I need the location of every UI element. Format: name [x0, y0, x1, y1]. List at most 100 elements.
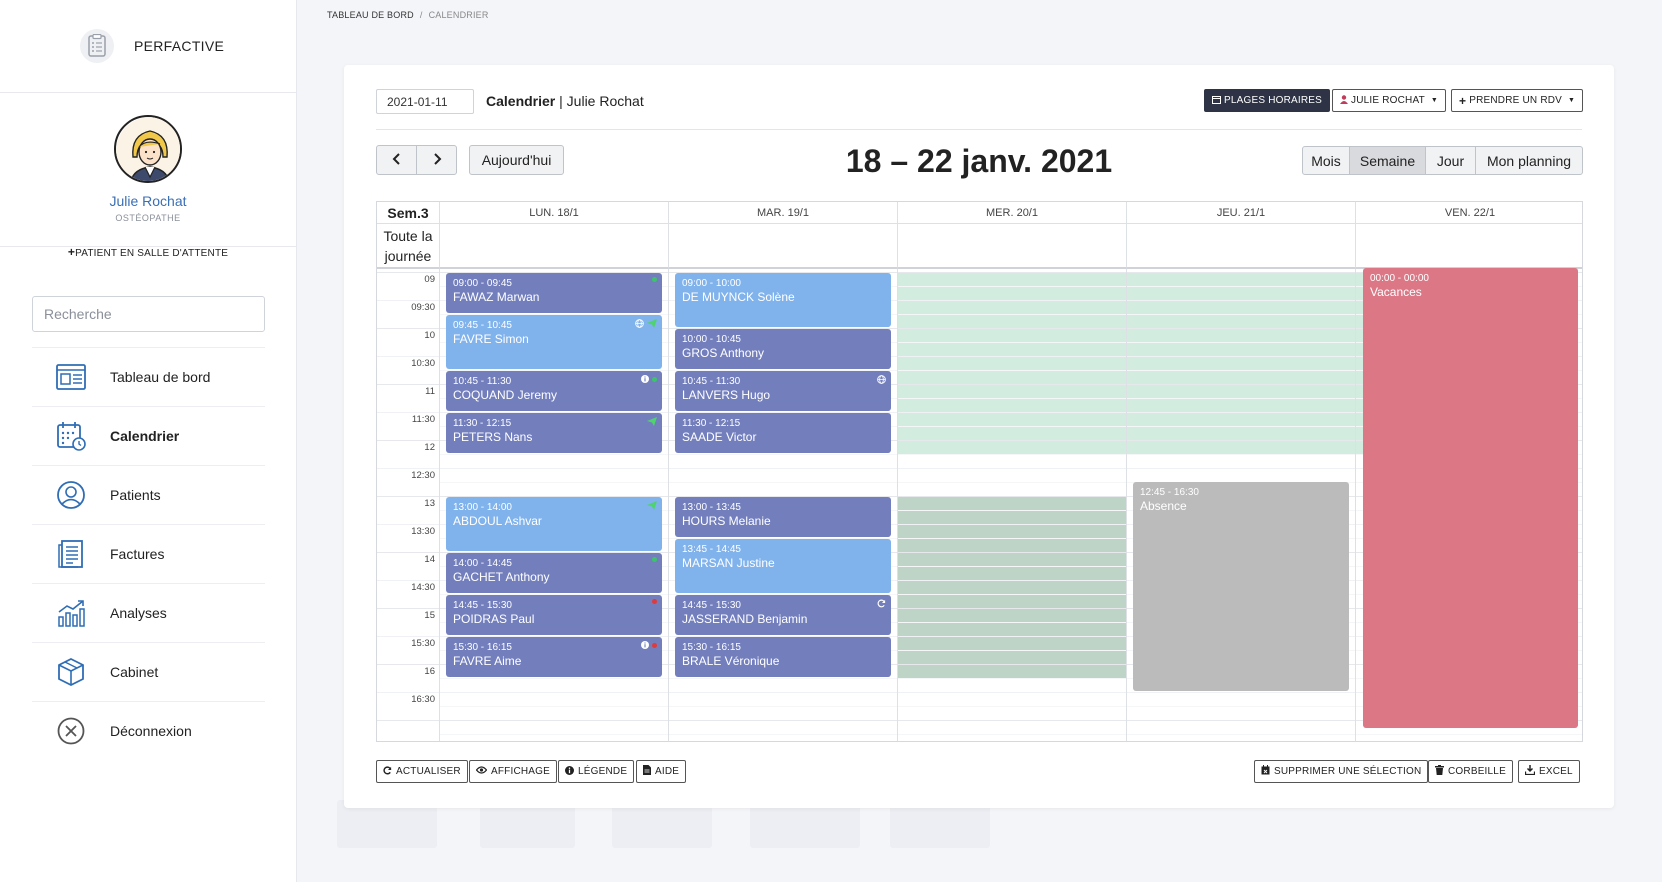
all-day-cell[interactable]	[439, 224, 668, 269]
appointment-event[interactable]: 09:45 - 10:45 FAVRE Simon	[446, 315, 662, 369]
event-status-icons	[641, 375, 657, 383]
appointment-event[interactable]: 15:30 - 16:15 BRALE Véronique	[675, 637, 891, 677]
appointment-event[interactable]: 13:45 - 14:45 MARSAN Justine	[675, 539, 891, 593]
info-icon	[641, 375, 649, 383]
appointment-event[interactable]: 10:00 - 10:45 GROS Anthony	[675, 329, 891, 369]
appointment-event[interactable]: 14:45 - 15:30 POIDRAS Paul	[446, 595, 662, 635]
plus-icon: +	[1459, 93, 1467, 108]
appointment-event[interactable]: 09:00 - 09:45 FAWAZ Marwan	[446, 273, 662, 313]
sidebar-item-dashboard[interactable]: Tableau de bord	[32, 347, 265, 406]
vacation-event[interactable]: 00:00 - 00:00 Vacances	[1363, 268, 1578, 728]
all-day-cell[interactable]	[1126, 224, 1355, 269]
legend-label: LÉGENDE	[578, 766, 628, 777]
day-header[interactable]: LUN. 18/1	[439, 202, 668, 224]
view-week-button[interactable]: Semaine	[1349, 146, 1426, 175]
help-button[interactable]: AIDE	[636, 760, 687, 783]
appointment-event[interactable]: 15:30 - 16:15 FAVRE Aime	[446, 637, 662, 677]
sidebar-item-patients[interactable]: Patients	[32, 465, 265, 524]
event-patient-name: DE MUYNCK Solène	[682, 290, 795, 304]
appointment-event[interactable]: 13:00 - 14:00 ABDOUL Ashvar	[446, 497, 662, 551]
time-label: 15	[424, 610, 435, 621]
event-time: 00:00 - 00:00	[1370, 273, 1429, 284]
event-status-icons	[647, 417, 657, 426]
sidebar-item-invoices[interactable]: Factures	[32, 524, 265, 583]
calendar-grid: Sem.3 Toute la journée LUN. 18/1 MAR. 19…	[376, 201, 1583, 742]
delete-selection-label: SUPPRIMER UNE SÉLECTION	[1274, 766, 1422, 777]
next-button[interactable]	[416, 145, 457, 175]
calendar-delete-icon	[1261, 765, 1270, 778]
sidebar-item-calendar[interactable]: Calendrier	[32, 406, 265, 465]
event-time: 14:45 - 15:30	[682, 600, 741, 611]
appointment-event[interactable]: 09:00 - 10:00 DE MUYNCK Solène	[675, 273, 891, 327]
event-time: 13:00 - 13:45	[682, 502, 741, 513]
day-header[interactable]: VEN. 22/1	[1355, 202, 1582, 224]
appointment-event[interactable]: 11:30 - 12:15 SAADE Victor	[675, 413, 891, 453]
sidebar-item-analytics[interactable]: Analyses	[32, 583, 265, 642]
prev-button[interactable]	[376, 145, 417, 175]
avatar[interactable]	[114, 115, 182, 183]
all-day-cell[interactable]	[1355, 224, 1582, 269]
event-status-icons	[652, 599, 657, 604]
event-patient-name: HOURS Melanie	[682, 514, 771, 528]
day-header[interactable]: MAR. 19/1	[668, 202, 897, 224]
refresh-button[interactable]: ACTUALISER	[376, 760, 468, 783]
sidebar-item-label: Analyses	[110, 605, 167, 621]
view-my-planning-button[interactable]: Mon planning	[1475, 146, 1583, 175]
week-number: Sem.3	[377, 202, 439, 224]
time-slots-button[interactable]: PLAGES HORAIRES	[1204, 89, 1331, 112]
time-label: 13:30	[411, 526, 435, 537]
waiting-room-label: PATIENT EN SALLE D'ATTENTE	[75, 248, 229, 259]
legend-button[interactable]: LÉGENDE	[558, 760, 635, 783]
user-small-icon	[1340, 94, 1348, 107]
calendar-card: Calendrier | Julie Rochat PLAGES HORAIRE…	[344, 65, 1614, 808]
time-label: 11:30	[411, 414, 435, 425]
brand[interactable]: PERFACTIVE	[0, 0, 296, 93]
status-alert-dot-icon	[652, 599, 657, 604]
day-header[interactable]: MER. 20/1	[897, 202, 1126, 224]
refresh-label: ACTUALISER	[396, 766, 461, 777]
status-alert-dot-icon	[652, 642, 657, 648]
waiting-room-button[interactable]: +PATIENT EN SALLE D'ATTENTE	[0, 245, 296, 259]
event-patient-name: COQUAND Jeremy	[453, 388, 558, 402]
appointment-event[interactable]: 11:30 - 12:15 PETERS Nans	[446, 413, 662, 453]
refresh-icon	[877, 599, 886, 608]
sidebar-item-cabinet[interactable]: Cabinet	[32, 642, 265, 701]
event-patient-name: JASSERAND Benjamin	[682, 612, 808, 626]
column-divider	[1355, 269, 1356, 741]
event-patient-name: BRALE Véronique	[682, 654, 780, 668]
appointment-event[interactable]: 10:45 - 11:30 COQUAND Jeremy	[446, 371, 662, 411]
event-patient-name: GROS Anthony	[682, 346, 765, 360]
appointment-event[interactable]: 14:45 - 15:30 JASSERAND Benjamin	[675, 595, 891, 635]
time-label: 09	[424, 274, 435, 285]
event-time: 11:30 - 12:15	[682, 418, 741, 429]
info-icon	[565, 765, 574, 778]
view-month-button[interactable]: Mois	[1302, 146, 1350, 175]
calendar-small-icon	[1212, 95, 1221, 107]
today-button[interactable]: Aujourd'hui	[469, 145, 564, 175]
all-day-cell[interactable]	[668, 224, 897, 269]
new-appointment-dropdown[interactable]: + PRENDRE UN RDV ▼	[1451, 89, 1584, 112]
appointment-event[interactable]: 13:00 - 13:45 HOURS Melanie	[675, 497, 891, 537]
info-icon	[641, 641, 649, 649]
appointment-event[interactable]: 14:00 - 14:45 GACHET Anthony	[446, 553, 662, 593]
globe-icon	[877, 375, 886, 384]
status-ok-dot-icon	[652, 557, 657, 562]
appointment-event[interactable]: 10:45 - 11:30 LANVERS Hugo	[675, 371, 891, 411]
delete-selection-button[interactable]: SUPPRIMER UNE SÉLECTION	[1254, 760, 1429, 783]
trash-button[interactable]: CORBEILLE	[1428, 760, 1513, 783]
event-status-icons	[652, 277, 657, 282]
breadcrumb-home[interactable]: TABLEAU DE BORD	[327, 10, 414, 20]
all-day-cell[interactable]	[897, 224, 1126, 269]
absence-event[interactable]: 12:45 - 16:30 Absence	[1133, 482, 1349, 691]
event-time: 10:45 - 11:30	[453, 376, 512, 387]
sidebar-item-logout[interactable]: Déconnexion	[32, 701, 265, 760]
search-input[interactable]	[32, 296, 265, 332]
date-field[interactable]	[376, 89, 474, 114]
excel-export-button[interactable]: EXCEL	[1518, 760, 1580, 783]
practitioner-dropdown[interactable]: JULIE ROCHAT ▼	[1332, 89, 1447, 112]
user-name[interactable]: Julie Rochat	[0, 193, 296, 209]
day-header[interactable]: JEU. 21/1	[1126, 202, 1355, 224]
time-label: 09:30	[411, 302, 435, 313]
view-day-button[interactable]: Jour	[1425, 146, 1476, 175]
display-button[interactable]: AFFICHAGE	[469, 760, 558, 783]
